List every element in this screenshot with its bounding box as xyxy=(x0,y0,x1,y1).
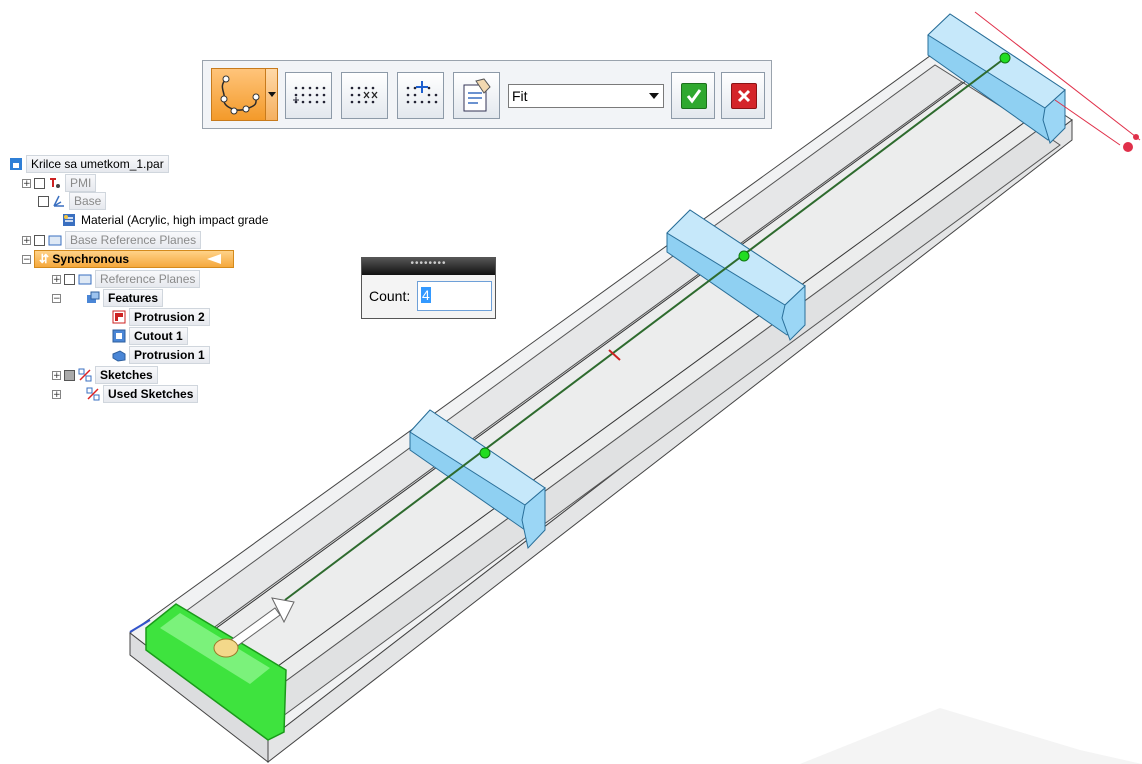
tree-item-label: Used Sketches xyxy=(103,385,199,403)
add-occurrence-icon xyxy=(406,81,438,104)
cutout-icon xyxy=(112,329,126,343)
tree-item-label: Cutout 1 xyxy=(129,327,188,345)
tree-item-used-sketches[interactable]: + Used Sketches xyxy=(52,385,199,403)
tree-item-reference-planes[interactable]: + Reference Planes xyxy=(52,270,201,288)
visibility-checkbox[interactable] xyxy=(64,273,75,285)
collapse-icon[interactable]: − xyxy=(52,293,61,303)
pattern-path-line[interactable] xyxy=(284,57,1006,601)
tree-item-label: Sketches xyxy=(95,366,158,384)
material-icon xyxy=(62,213,76,227)
edge-line xyxy=(244,121,1026,691)
count-dialog: •••••••• Count: 4 xyxy=(361,257,496,319)
count-value: 4 xyxy=(421,287,431,303)
visibility-checkbox[interactable] xyxy=(38,195,49,207)
tree-item-protrusion-1[interactable]: Protrusion 1 xyxy=(112,346,210,364)
part-document-icon xyxy=(9,157,23,171)
reference-plane-icon xyxy=(48,233,62,247)
path-point-3[interactable] xyxy=(999,52,1011,64)
tree-item-label: Base xyxy=(69,192,107,210)
collapse-icon[interactable]: − xyxy=(22,254,31,264)
add-occurrence-button[interactable] xyxy=(397,72,444,119)
tree-item-label: Base Reference Planes xyxy=(65,231,202,249)
background-shape xyxy=(800,708,1142,764)
tree-root[interactable]: Krilce sa umetkom_1.par xyxy=(9,155,169,173)
count-label: Count: xyxy=(369,288,411,304)
accept-button[interactable] xyxy=(671,72,715,119)
count-input[interactable]: 4 xyxy=(417,281,492,311)
cancel-x-icon xyxy=(731,83,757,109)
fill-style-dropdown[interactable]: Fit xyxy=(508,84,664,108)
accept-check-icon xyxy=(681,83,707,109)
tree-item-pmi[interactable]: + PMI xyxy=(22,174,97,192)
tree-item-material[interactable]: Material (Acrylic, high impact grade xyxy=(62,211,270,229)
tree-item-cutout-1[interactable]: Cutout 1 xyxy=(112,327,188,345)
tree-item-base-reference-planes[interactable]: + Base Reference Planes xyxy=(22,231,202,249)
expand-icon[interactable]: + xyxy=(52,370,61,380)
sketch-icon xyxy=(86,387,100,401)
synchronous-icon: ⇵ xyxy=(39,252,50,266)
tree-item-protrusion-2[interactable]: Protrusion 2 xyxy=(112,308,210,326)
path-pattern-button[interactable] xyxy=(211,68,266,121)
pattern-command-bar: Fit xyxy=(202,60,772,129)
expand-icon[interactable]: + xyxy=(52,274,61,284)
visibility-checkbox[interactable] xyxy=(34,234,45,246)
pattern-options-button[interactable] xyxy=(453,72,500,119)
tree-item-label: Protrusion 2 xyxy=(129,308,210,326)
suppress-occurrence-button[interactable] xyxy=(341,72,388,119)
pattern-options-icon xyxy=(463,78,491,112)
tree-item-base[interactable]: Base xyxy=(38,192,107,210)
protrusion-icon xyxy=(112,310,126,324)
reference-plane-icon xyxy=(78,272,92,286)
expand-icon[interactable]: + xyxy=(22,178,31,188)
tree-item-sketches[interactable]: + Sketches xyxy=(52,366,158,384)
channel-floor xyxy=(185,81,1039,701)
channel-left-wall xyxy=(159,64,963,649)
chevron-down-icon xyxy=(649,93,659,99)
fill-style-value: Fit xyxy=(512,88,528,104)
fill-pattern-button[interactable] xyxy=(285,72,332,119)
suppress-occurrence-icon xyxy=(350,86,378,104)
path-pattern-dropdown[interactable] xyxy=(266,68,278,121)
synchronous-label: Synchronous xyxy=(52,252,130,266)
path-point-2[interactable] xyxy=(738,250,750,262)
tree-item-features[interactable]: − Features xyxy=(52,289,164,307)
tree-item-label: Material (Acrylic, high impact grade xyxy=(81,213,269,227)
tree-item-label: ⇵ Synchronous xyxy=(34,250,234,268)
dialog-drag-handle[interactable]: •••••••• xyxy=(362,258,495,275)
tree-item-label: Protrusion 1 xyxy=(129,346,210,364)
tree-root-label: Krilce sa umetkom_1.par xyxy=(26,155,169,173)
expand-icon[interactable]: + xyxy=(22,235,31,245)
channel-right-wall xyxy=(259,129,1061,717)
path-pattern-icon xyxy=(220,75,260,115)
tree-item-synchronous[interactable]: − ⇵ Synchronous xyxy=(22,250,234,268)
tree-item-label: PMI xyxy=(65,174,97,192)
protrusion-block-icon xyxy=(112,348,126,362)
base-coordinate-icon xyxy=(52,194,66,208)
expand-icon[interactable]: + xyxy=(52,389,61,399)
features-icon xyxy=(86,291,100,305)
fill-pattern-icon xyxy=(293,86,326,104)
tree-item-label: Reference Planes xyxy=(95,270,201,288)
tree-item-label: Features xyxy=(103,289,164,307)
sketch-icon xyxy=(78,368,92,382)
cancel-button[interactable] xyxy=(721,72,765,119)
edge-line xyxy=(199,77,971,641)
path-point-1[interactable] xyxy=(479,447,491,459)
visibility-checkbox[interactable] xyxy=(34,177,45,189)
pmi-icon xyxy=(48,176,62,190)
visibility-checkbox[interactable] xyxy=(64,369,75,381)
